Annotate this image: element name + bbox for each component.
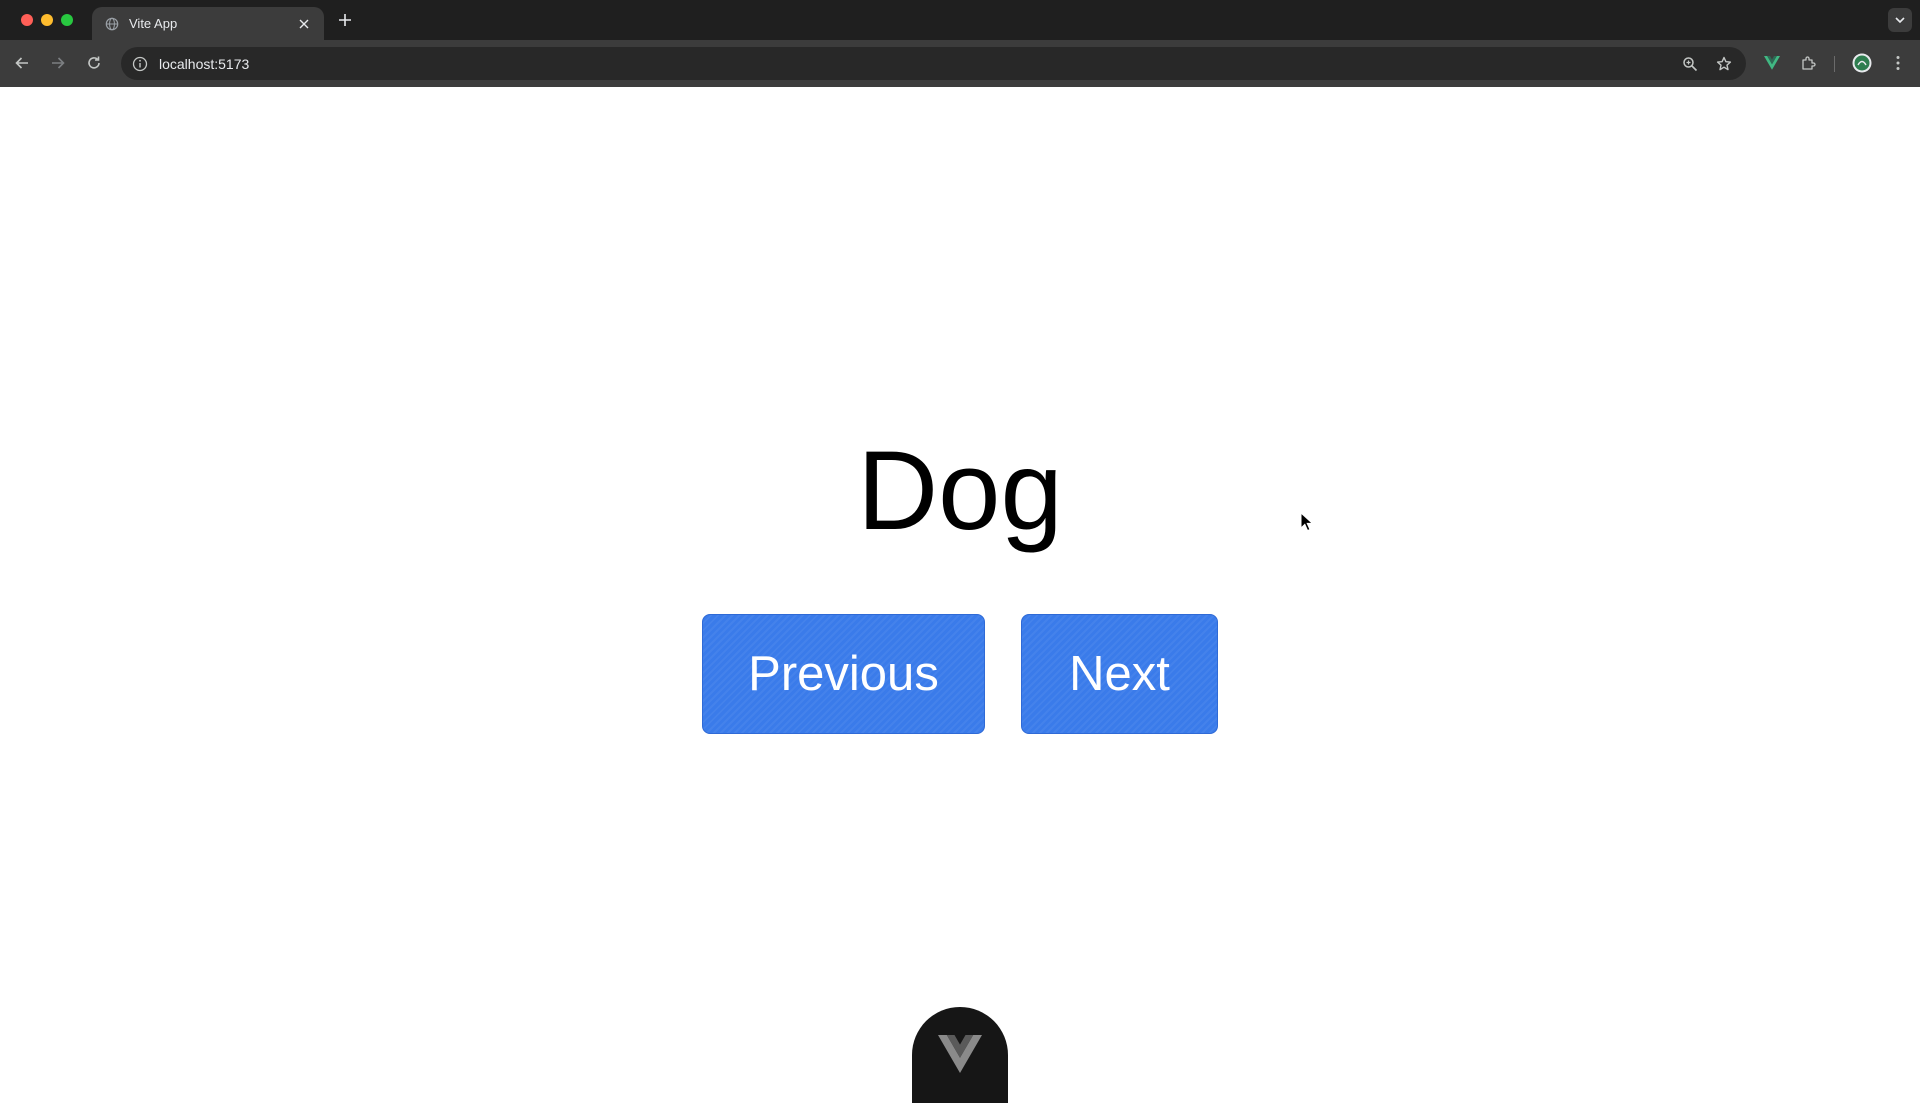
star-icon[interactable] bbox=[1714, 54, 1734, 74]
close-icon[interactable] bbox=[296, 16, 312, 32]
url-text: localhost:5173 bbox=[159, 55, 250, 72]
current-word: Dog bbox=[857, 428, 1063, 553]
vue-devtools-button[interactable] bbox=[912, 1007, 1008, 1103]
tab-search-button[interactable] bbox=[1888, 8, 1912, 32]
tab-title: Vite App bbox=[129, 16, 178, 31]
tab-active[interactable]: Vite App bbox=[92, 7, 324, 40]
tab-bar: Vite App bbox=[0, 0, 1920, 40]
browser-toolbar: localhost:5173 bbox=[0, 40, 1920, 87]
new-tab-button[interactable] bbox=[335, 10, 355, 30]
vue-logo-icon bbox=[938, 1035, 982, 1078]
browser-chrome: Vite App localhost:5173 bbox=[0, 0, 1920, 87]
extensions-icon[interactable] bbox=[1797, 52, 1819, 74]
more-icon[interactable] bbox=[1887, 52, 1909, 74]
next-button[interactable]: Next bbox=[1021, 614, 1218, 734]
profile-avatar[interactable] bbox=[1851, 52, 1873, 74]
window-minimize-button[interactable] bbox=[41, 14, 53, 26]
previous-button[interactable]: Previous bbox=[702, 614, 985, 734]
window-maximize-button[interactable] bbox=[61, 14, 73, 26]
toolbar-divider bbox=[1834, 56, 1835, 72]
mouse-cursor-icon bbox=[1300, 511, 1314, 532]
forward-icon[interactable] bbox=[47, 52, 69, 74]
back-icon[interactable] bbox=[11, 52, 33, 74]
page-viewport: Dog Previous Next bbox=[0, 87, 1920, 1103]
reload-icon[interactable] bbox=[83, 52, 105, 74]
address-bar[interactable]: localhost:5173 bbox=[121, 47, 1746, 80]
globe-icon bbox=[104, 16, 120, 32]
zoom-icon[interactable] bbox=[1680, 54, 1700, 74]
vue-devtools-icon[interactable] bbox=[1761, 52, 1783, 74]
info-icon[interactable] bbox=[131, 55, 149, 73]
window-close-button[interactable] bbox=[21, 14, 33, 26]
